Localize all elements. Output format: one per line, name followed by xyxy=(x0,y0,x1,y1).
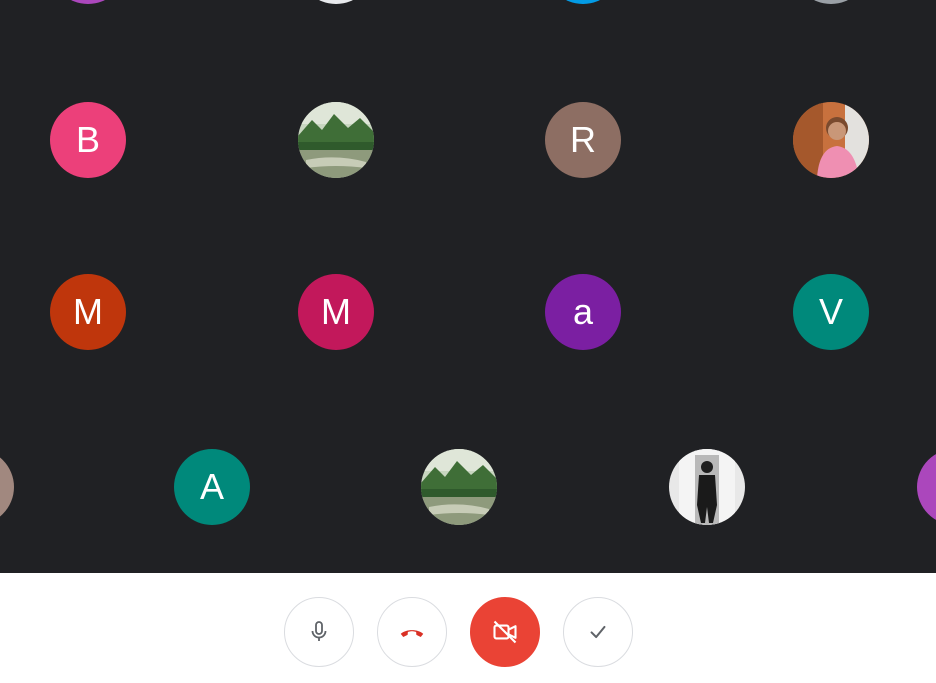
microphone-button[interactable] xyxy=(284,597,354,667)
participant-initial: M xyxy=(73,291,103,332)
participant-initial: M xyxy=(321,291,351,332)
microphone-icon xyxy=(311,621,327,641)
participant-tile-partial-top[interactable] xyxy=(793,0,869,4)
participant-initial: R xyxy=(570,119,596,160)
participant-tile-a-lower[interactable]: a xyxy=(545,274,621,350)
person-bw-avatar-image xyxy=(669,449,745,525)
participant-tile-a[interactable]: A xyxy=(174,449,250,525)
end-call-button[interactable] xyxy=(377,597,447,667)
participant-tile-partial-left[interactable] xyxy=(0,449,14,525)
participant-initial: a xyxy=(572,291,594,332)
participant-tile-v[interactable]: V xyxy=(793,274,869,350)
participant-tile-m[interactable]: M xyxy=(50,274,126,350)
landscape-avatar-image xyxy=(298,102,374,178)
phone-hangup-icon xyxy=(400,630,424,637)
camera-off-icon xyxy=(493,620,517,644)
landscape-avatar-image xyxy=(421,449,497,525)
participant-tile-photo-landscape[interactable] xyxy=(298,102,374,178)
participant-tile-partial-top[interactable] xyxy=(50,0,126,4)
participant-tile-photo-person[interactable] xyxy=(793,102,869,178)
participant-tile-partial-top[interactable] xyxy=(545,0,621,4)
check-icon xyxy=(590,625,606,639)
participant-tile-partial-right[interactable] xyxy=(917,449,936,525)
participant-grid: B R M M a V A xyxy=(0,0,936,573)
participant-initial: B xyxy=(75,119,100,160)
call-controls-bar xyxy=(0,573,936,683)
person-avatar-image xyxy=(793,102,869,178)
participant-tile-partial-top[interactable] xyxy=(298,0,374,4)
participant-initial: A xyxy=(199,466,224,507)
participant-tile-photo-bw[interactable] xyxy=(669,449,745,525)
participant-initial: V xyxy=(818,291,843,332)
participant-tile-r[interactable]: R xyxy=(545,102,621,178)
participant-tile-m[interactable]: M xyxy=(298,274,374,350)
participant-tile-b[interactable]: B xyxy=(50,102,126,178)
check-button[interactable] xyxy=(563,597,633,667)
participant-tile-photo-landscape[interactable] xyxy=(421,449,497,525)
camera-toggle-button[interactable] xyxy=(470,597,540,667)
